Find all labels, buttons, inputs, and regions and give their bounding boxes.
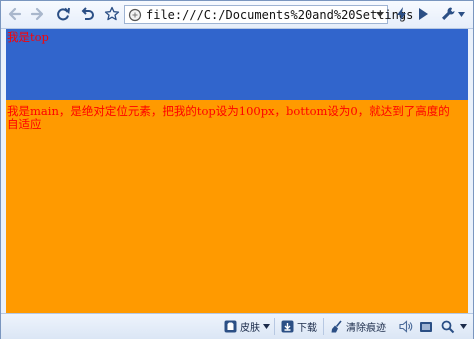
refresh-icon bbox=[57, 7, 70, 21]
play-icon bbox=[419, 8, 428, 20]
page-content: 我是top 我是main，是绝对定位元素，把我的top设为100px，botto… bbox=[6, 29, 468, 313]
back-button[interactable] bbox=[5, 4, 25, 24]
back-arrow-icon bbox=[8, 7, 22, 21]
undo-button[interactable] bbox=[77, 4, 97, 24]
browser-toolbar: file:///C:/Documents%20and%20Settings bbox=[1, 1, 473, 29]
skin-button[interactable]: 皮肤 bbox=[224, 318, 273, 335]
address-dropdown-icon[interactable] bbox=[376, 12, 384, 17]
refresh-button[interactable] bbox=[53, 4, 73, 24]
clear-traces-button[interactable]: 清除痕迹 bbox=[330, 318, 386, 335]
window-button[interactable] bbox=[419, 318, 436, 335]
wrench-icon bbox=[441, 7, 454, 20]
magnifier-icon bbox=[441, 320, 455, 333]
skin-label: 皮肤 bbox=[240, 323, 260, 334]
star-icon bbox=[104, 6, 120, 21]
status-bar: 皮肤 下载 清除痕迹 bbox=[1, 313, 473, 339]
clear-traces-label: 清除痕迹 bbox=[346, 323, 386, 334]
status-separator bbox=[274, 318, 275, 335]
download-button[interactable]: 下载 bbox=[281, 318, 317, 335]
address-url: file:///C:/Documents%20and%20Settings bbox=[146, 8, 414, 22]
download-label: 下载 bbox=[297, 323, 317, 334]
skin-icon bbox=[224, 320, 237, 333]
favorite-button[interactable] bbox=[102, 4, 122, 24]
tools-button[interactable] bbox=[437, 4, 467, 24]
undo-icon bbox=[81, 7, 94, 20]
main-text: 我是main，是绝对定位元素，把我的top设为100px，bottom设为0，就… bbox=[7, 104, 450, 131]
broom-icon bbox=[331, 320, 342, 333]
forward-button[interactable] bbox=[27, 4, 47, 24]
zoom-button[interactable] bbox=[441, 318, 470, 335]
speed-mode-button[interactable] bbox=[392, 4, 412, 24]
go-button[interactable] bbox=[413, 4, 433, 24]
browser-window: file:///C:/Documents%20and%20Settings 我是… bbox=[0, 0, 474, 339]
forward-arrow-icon bbox=[30, 7, 44, 21]
page-icon bbox=[128, 8, 142, 22]
status-separator bbox=[323, 318, 324, 335]
lightning-icon bbox=[397, 7, 406, 21]
address-bar[interactable]: file:///C:/Documents%20and%20Settings bbox=[124, 5, 413, 24]
chevron-down-icon bbox=[460, 324, 467, 329]
speaker-icon bbox=[399, 320, 413, 333]
top-block: 我是top bbox=[6, 29, 468, 100]
download-icon bbox=[281, 320, 294, 333]
top-text: 我是top bbox=[7, 30, 49, 44]
chevron-down-icon bbox=[263, 324, 270, 329]
volume-button[interactable] bbox=[399, 318, 416, 335]
window-icon bbox=[420, 321, 432, 332]
chevron-down-icon bbox=[457, 11, 465, 17]
